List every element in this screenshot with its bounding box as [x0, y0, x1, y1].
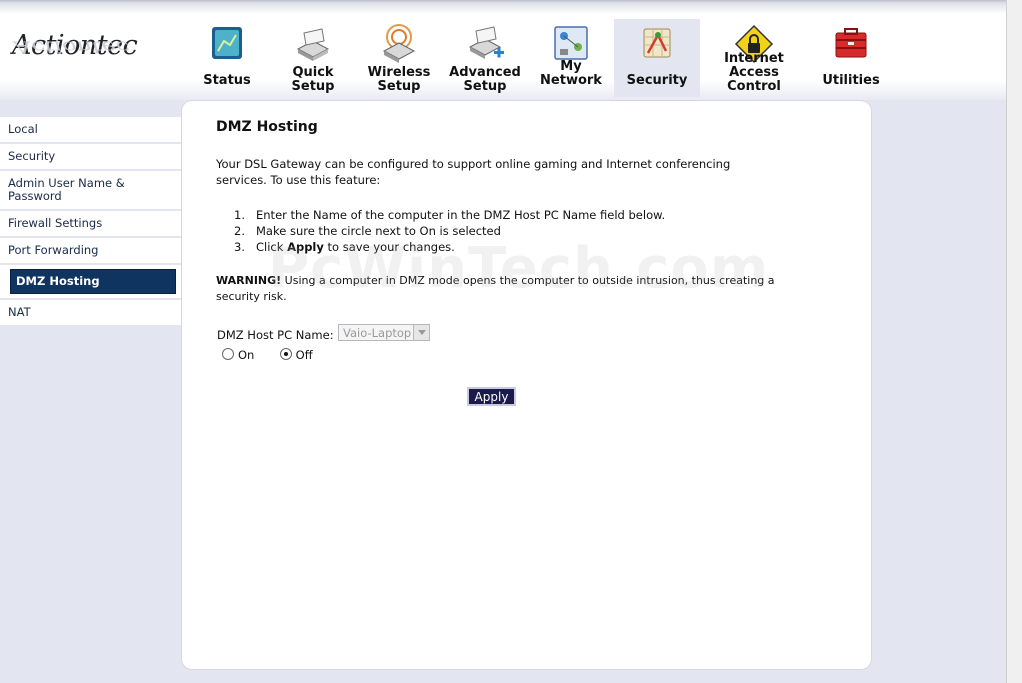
tab-wireless-setup[interactable]: Wireless Setup — [356, 19, 442, 97]
tab-label: Utilities — [822, 73, 880, 88]
sidebar-item-nat[interactable]: NAT — [0, 300, 183, 325]
logo-reflection: Actiontec — [14, 37, 130, 57]
page-title: DMZ Hosting — [216, 119, 318, 135]
tab-label: Status — [203, 73, 251, 88]
security-icon — [643, 28, 671, 58]
dmz-host-value: Vaio-Laptop — [343, 326, 412, 340]
dmz-radio-group: On Off — [222, 348, 313, 362]
tab-quick-setup[interactable]: Quick Setup — [270, 19, 356, 97]
status-icon — [212, 27, 242, 59]
apply-button[interactable]: Apply — [467, 387, 516, 406]
tab-label: Security — [626, 73, 688, 88]
chevron-down-icon[interactable] — [413, 325, 429, 340]
sidebar-item-local[interactable]: Local — [0, 117, 183, 142]
sidebar-item-dmz-hosting[interactable]: DMZ Hosting — [10, 269, 176, 294]
sidebar-item-admin-user-name[interactable]: Admin User Name & Password — [0, 171, 183, 209]
tab-utilities[interactable]: Utilities — [808, 19, 894, 97]
advanced-setup-icon — [468, 26, 504, 59]
sidebar: Local Security Admin User Name & Passwor… — [0, 115, 183, 325]
dmz-host-label: DMZ Host PC Name: — [217, 328, 334, 342]
scrollbar[interactable] — [1006, 0, 1022, 683]
radio-on[interactable] — [222, 348, 234, 360]
list-item: 3. Click Apply to save your changes. — [234, 240, 455, 254]
wireless-setup-icon — [382, 24, 416, 63]
radio-off[interactable] — [279, 348, 292, 360]
radio-on-label: On — [238, 348, 255, 362]
sidebar-item-security[interactable]: Security — [0, 144, 183, 169]
tab-label: Quick Setup — [291, 65, 335, 94]
tab-status[interactable]: Status — [184, 19, 270, 97]
tab-internet-access-control[interactable]: Internet Access Control — [700, 19, 808, 97]
tab-label: Wireless Setup — [367, 65, 431, 94]
tab-security[interactable]: Security — [614, 19, 700, 97]
quick-setup-icon — [296, 28, 330, 61]
warning-text: WARNING! Using a computer in DMZ mode op… — [216, 274, 775, 303]
tab-label: My Network — [540, 59, 602, 88]
actiontec-logo: Actiontec Actiontec — [12, 30, 142, 86]
sidebar-item-port-forwarding[interactable]: Port Forwarding — [0, 238, 183, 263]
content-area — [194, 111, 859, 659]
tab-label: Internet Access Control — [724, 51, 784, 94]
list-item: 2. Make sure the circle next to On is sel… — [234, 224, 501, 238]
warning-label: WARNING! — [216, 274, 282, 287]
instruction-list: 1. Enter the Name of the computer in the … — [234, 207, 665, 255]
list-item: 1. Enter the Name of the computer in the … — [234, 208, 666, 222]
intro-text: Your DSL Gateway can be configured to su… — [216, 157, 731, 187]
radio-off-label: Off — [295, 348, 313, 362]
dmz-host-select[interactable]: Vaio-Laptop — [338, 324, 430, 341]
tab-label: Advanced Setup — [449, 65, 521, 94]
utilities-icon — [835, 28, 867, 58]
tab-advanced-setup[interactable]: Advanced Setup — [442, 19, 528, 97]
sidebar-item-dmz-hosting-wrap: DMZ Hosting — [0, 265, 183, 298]
sidebar-item-firewall-settings[interactable]: Firewall Settings — [0, 211, 183, 236]
tab-my-network[interactable]: My Network — [528, 19, 614, 97]
